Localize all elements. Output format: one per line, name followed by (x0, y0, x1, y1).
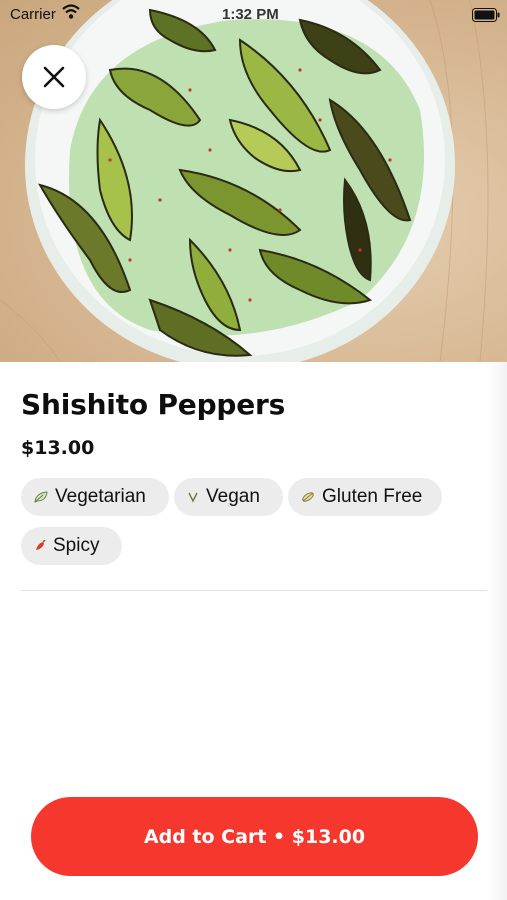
dish-photo: Carrier 1:32 PM (0, 0, 507, 362)
clock: 1:32 PM (222, 6, 279, 23)
wheat-free-icon (302, 492, 314, 502)
tag-spicy: Spicy (21, 527, 122, 565)
item-title: Shishito Peppers (21, 388, 286, 421)
leaf-icon (34, 491, 48, 503)
item-price: $13.00 (21, 437, 95, 459)
tag-vegetarian: Vegetarian (21, 478, 169, 516)
tag-label: Gluten Free (322, 486, 423, 507)
add-to-cart-button[interactable]: Add to Cart • $13.00 (31, 797, 478, 876)
wifi-icon (62, 4, 80, 24)
tag-label: Vegetarian (55, 486, 146, 507)
tag-gluten-free: Gluten Free (288, 478, 442, 516)
divider (21, 590, 487, 591)
status-bar: Carrier 1:32 PM (0, 0, 507, 28)
tag-label: Vegan (206, 486, 260, 507)
chili-pepper-icon (36, 540, 46, 550)
carrier-label: Carrier (10, 6, 56, 23)
edge-shadow (487, 362, 507, 900)
vegan-v-icon (188, 492, 198, 503)
tag-label: Spicy (53, 535, 100, 556)
close-button[interactable] (22, 45, 86, 109)
close-icon (43, 66, 65, 88)
add-to-cart-label: Add to Cart • $13.00 (143, 825, 366, 848)
battery-icon (472, 8, 500, 26)
tag-vegan: Vegan (174, 478, 283, 516)
